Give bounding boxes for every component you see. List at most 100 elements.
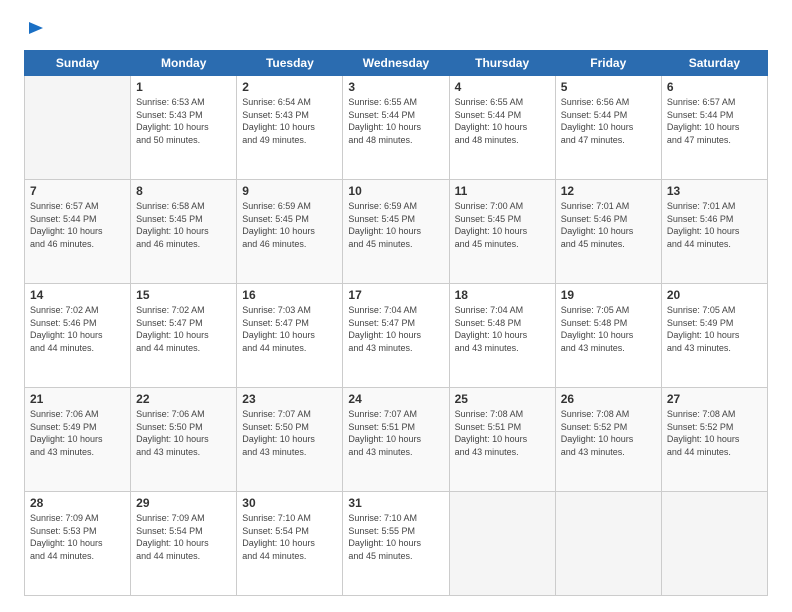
header-friday: Friday bbox=[555, 51, 661, 76]
weekday-header-row: Sunday Monday Tuesday Wednesday Thursday… bbox=[25, 51, 768, 76]
day-info: Sunrise: 6:53 AM Sunset: 5:43 PM Dayligh… bbox=[136, 96, 231, 146]
header-sunday: Sunday bbox=[25, 51, 131, 76]
table-row: 12Sunrise: 7:01 AM Sunset: 5:46 PM Dayli… bbox=[555, 180, 661, 284]
table-row: 1 Sunrise: 6:53 AM Sunset: 5:43 PM Daylig… bbox=[131, 76, 237, 180]
day-number: 9 bbox=[242, 184, 337, 198]
table-row: 17 Sunrise: 7:04 AM Sunset: 5:47 PM Dayli… bbox=[343, 284, 449, 388]
calendar-table: Sunday Monday Tuesday Wednesday Thursday… bbox=[24, 50, 768, 596]
day-info: Sunrise: 7:03 AM Sunset: 5:47 PM Dayligh… bbox=[242, 304, 337, 354]
day-info: Sunrise: 7:10 AM Sunset: 5:55 PM Dayligh… bbox=[348, 512, 443, 562]
header-tuesday: Tuesday bbox=[237, 51, 343, 76]
day-number: 13 bbox=[667, 184, 762, 198]
calendar-week-row: 28 Sunrise: 7:09 AM Sunset: 5:53 PM Dayli… bbox=[25, 492, 768, 596]
day-number: 8 bbox=[136, 184, 231, 198]
day-info: Sunrise: 7:04 AM Sunset: 5:47 PM Dayligh… bbox=[348, 304, 443, 354]
day-info: Sunrise: 7:02 AM Sunset: 5:47 PM Dayligh… bbox=[136, 304, 231, 354]
header-thursday: Thursday bbox=[449, 51, 555, 76]
header-monday: Monday bbox=[131, 51, 237, 76]
day-number: 10 bbox=[348, 184, 443, 198]
table-row: 21 Sunrise: 7:06 AM Sunset: 5:49 PM Dayli… bbox=[25, 388, 131, 492]
table-row: 24Sunrise: 7:07 AM Sunset: 5:51 PM Dayli… bbox=[343, 388, 449, 492]
day-number: 2 bbox=[242, 80, 337, 94]
day-number: 26 bbox=[561, 392, 656, 406]
day-info: Sunrise: 7:10 AM Sunset: 5:54 PM Dayligh… bbox=[242, 512, 337, 562]
table-row: 27Sunrise: 7:08 AM Sunset: 5:52 PM Dayli… bbox=[661, 388, 767, 492]
day-info: Sunrise: 6:58 AM Sunset: 5:45 PM Dayligh… bbox=[136, 200, 231, 250]
table-row: 16 Sunrise: 7:03 AM Sunset: 5:47 PM Dayli… bbox=[237, 284, 343, 388]
table-row bbox=[661, 492, 767, 596]
day-number: 21 bbox=[30, 392, 125, 406]
day-number: 20 bbox=[667, 288, 762, 302]
table-row bbox=[25, 76, 131, 180]
calendar-week-row: 7Sunrise: 6:57 AM Sunset: 5:44 PM Daylig… bbox=[25, 180, 768, 284]
table-row: 31 Sunrise: 7:10 AM Sunset: 5:55 PM Dayli… bbox=[343, 492, 449, 596]
table-row: 26 Sunrise: 7:08 AM Sunset: 5:52 PM Dayli… bbox=[555, 388, 661, 492]
day-info: Sunrise: 7:08 AM Sunset: 5:52 PM Dayligh… bbox=[561, 408, 656, 458]
day-number: 14 bbox=[30, 288, 125, 302]
table-row bbox=[449, 492, 555, 596]
day-info: Sunrise: 7:01 AM Sunset: 5:46 PM Dayligh… bbox=[667, 200, 762, 250]
table-row: 15Sunrise: 7:02 AM Sunset: 5:47 PM Dayli… bbox=[131, 284, 237, 388]
table-row bbox=[555, 492, 661, 596]
day-number: 22 bbox=[136, 392, 231, 406]
day-info: Sunrise: 7:04 AM Sunset: 5:48 PM Dayligh… bbox=[455, 304, 550, 354]
day-number: 25 bbox=[455, 392, 550, 406]
day-number: 28 bbox=[30, 496, 125, 510]
day-number: 3 bbox=[348, 80, 443, 94]
day-number: 29 bbox=[136, 496, 231, 510]
day-info: Sunrise: 6:54 AM Sunset: 5:43 PM Dayligh… bbox=[242, 96, 337, 146]
table-row: 22 Sunrise: 7:06 AM Sunset: 5:50 PM Dayli… bbox=[131, 388, 237, 492]
day-info: Sunrise: 6:59 AM Sunset: 5:45 PM Dayligh… bbox=[242, 200, 337, 250]
day-number: 31 bbox=[348, 496, 443, 510]
table-row: 5 Sunrise: 6:56 AM Sunset: 5:44 PM Daylig… bbox=[555, 76, 661, 180]
table-row: 23Sunrise: 7:07 AM Sunset: 5:50 PM Dayli… bbox=[237, 388, 343, 492]
header bbox=[24, 20, 768, 40]
day-info: Sunrise: 6:56 AM Sunset: 5:44 PM Dayligh… bbox=[561, 96, 656, 146]
day-info: Sunrise: 7:06 AM Sunset: 5:49 PM Dayligh… bbox=[30, 408, 125, 458]
day-number: 4 bbox=[455, 80, 550, 94]
day-number: 1 bbox=[136, 80, 231, 94]
table-row: 11 Sunrise: 7:00 AM Sunset: 5:45 PM Dayli… bbox=[449, 180, 555, 284]
day-info: Sunrise: 6:55 AM Sunset: 5:44 PM Dayligh… bbox=[348, 96, 443, 146]
calendar-week-row: 14Sunrise: 7:02 AM Sunset: 5:46 PM Dayli… bbox=[25, 284, 768, 388]
table-row: 18Sunrise: 7:04 AM Sunset: 5:48 PM Dayli… bbox=[449, 284, 555, 388]
table-row: 7Sunrise: 6:57 AM Sunset: 5:44 PM Daylig… bbox=[25, 180, 131, 284]
day-info: Sunrise: 6:55 AM Sunset: 5:44 PM Dayligh… bbox=[455, 96, 550, 146]
logo-icon bbox=[25, 20, 47, 42]
table-row: 10 Sunrise: 6:59 AM Sunset: 5:45 PM Dayli… bbox=[343, 180, 449, 284]
table-row: 4 Sunrise: 6:55 AM Sunset: 5:44 PM Daylig… bbox=[449, 76, 555, 180]
day-info: Sunrise: 7:05 AM Sunset: 5:49 PM Dayligh… bbox=[667, 304, 762, 354]
day-info: Sunrise: 7:06 AM Sunset: 5:50 PM Dayligh… bbox=[136, 408, 231, 458]
day-number: 30 bbox=[242, 496, 337, 510]
table-row: 8 Sunrise: 6:58 AM Sunset: 5:45 PM Daylig… bbox=[131, 180, 237, 284]
page: Sunday Monday Tuesday Wednesday Thursday… bbox=[0, 0, 792, 612]
table-row: 14Sunrise: 7:02 AM Sunset: 5:46 PM Dayli… bbox=[25, 284, 131, 388]
day-info: Sunrise: 7:08 AM Sunset: 5:51 PM Dayligh… bbox=[455, 408, 550, 458]
day-number: 5 bbox=[561, 80, 656, 94]
table-row: 6Sunrise: 6:57 AM Sunset: 5:44 PM Daylig… bbox=[661, 76, 767, 180]
day-info: Sunrise: 7:09 AM Sunset: 5:54 PM Dayligh… bbox=[136, 512, 231, 562]
day-info: Sunrise: 7:00 AM Sunset: 5:45 PM Dayligh… bbox=[455, 200, 550, 250]
table-row: 13 Sunrise: 7:01 AM Sunset: 5:46 PM Dayli… bbox=[661, 180, 767, 284]
logo bbox=[24, 20, 47, 40]
day-number: 17 bbox=[348, 288, 443, 302]
table-row: 3 Sunrise: 6:55 AM Sunset: 5:44 PM Daylig… bbox=[343, 76, 449, 180]
day-number: 27 bbox=[667, 392, 762, 406]
day-info: Sunrise: 6:59 AM Sunset: 5:45 PM Dayligh… bbox=[348, 200, 443, 250]
day-number: 11 bbox=[455, 184, 550, 198]
day-info: Sunrise: 7:07 AM Sunset: 5:50 PM Dayligh… bbox=[242, 408, 337, 458]
day-number: 6 bbox=[667, 80, 762, 94]
day-info: Sunrise: 6:57 AM Sunset: 5:44 PM Dayligh… bbox=[30, 200, 125, 250]
day-number: 24 bbox=[348, 392, 443, 406]
table-row: 28 Sunrise: 7:09 AM Sunset: 5:53 PM Dayli… bbox=[25, 492, 131, 596]
day-number: 16 bbox=[242, 288, 337, 302]
header-saturday: Saturday bbox=[661, 51, 767, 76]
day-info: Sunrise: 7:01 AM Sunset: 5:46 PM Dayligh… bbox=[561, 200, 656, 250]
table-row: 20 Sunrise: 7:05 AM Sunset: 5:49 PM Dayli… bbox=[661, 284, 767, 388]
calendar-week-row: 21 Sunrise: 7:06 AM Sunset: 5:49 PM Dayli… bbox=[25, 388, 768, 492]
table-row: 19Sunrise: 7:05 AM Sunset: 5:48 PM Dayli… bbox=[555, 284, 661, 388]
day-info: Sunrise: 7:09 AM Sunset: 5:53 PM Dayligh… bbox=[30, 512, 125, 562]
table-row: 2 Sunrise: 6:54 AM Sunset: 5:43 PM Daylig… bbox=[237, 76, 343, 180]
header-wednesday: Wednesday bbox=[343, 51, 449, 76]
table-row: 29 Sunrise: 7:09 AM Sunset: 5:54 PM Dayli… bbox=[131, 492, 237, 596]
